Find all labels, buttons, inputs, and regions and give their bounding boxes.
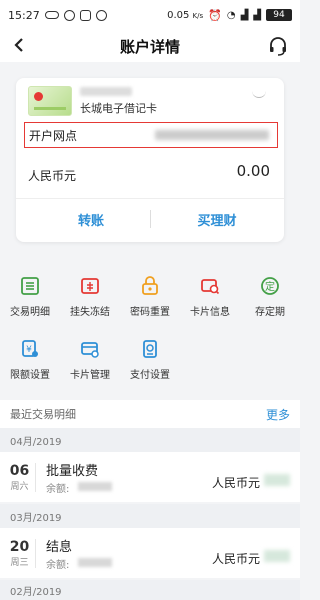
month-header: 02月/2019 xyxy=(0,580,300,600)
list-icon xyxy=(19,275,41,297)
signal-icon-2: ▟ xyxy=(253,9,261,21)
limit-settings-icon: ¥ xyxy=(19,338,41,360)
function-card-info[interactable]: 卡片信息 xyxy=(180,275,240,318)
status-bar-right: 0.05 K/s ⏰ ◔ ▟ ▟ 94 xyxy=(167,9,292,22)
alarm-icon: ⏰ xyxy=(208,8,222,22)
function-label: 挂失冻结 xyxy=(70,307,110,318)
balance-value: 0.00 xyxy=(236,162,270,180)
function-label: 存定期 xyxy=(255,307,285,318)
svg-text:¥: ¥ xyxy=(26,345,32,355)
nav-bar: 账户详情 xyxy=(0,30,300,62)
shield-icon xyxy=(79,9,91,21)
transaction-details: 结息 余额: 人民币元 xyxy=(46,528,300,578)
eye-closed-icon[interactable] xyxy=(252,90,266,98)
clock: 15:27 xyxy=(8,8,40,22)
recent-transactions-title: 最近交易明细 xyxy=(10,408,76,421)
function-label: 密码重置 xyxy=(130,307,170,318)
transaction-title: 结息 xyxy=(46,540,73,555)
status-bar: 15:27 0.05 K/s ⏰ ◔ ▟ ▟ 94 xyxy=(0,0,300,30)
month-header: 04月/2019 xyxy=(0,428,300,452)
amount-masked xyxy=(264,474,290,486)
transaction-title: 批量收费 xyxy=(46,464,99,479)
transaction-row[interactable]: 06 周六 批量收费 余额: 人民币元 xyxy=(0,452,300,502)
account-card: 长城电子借记卡 开户网点 人民币元 0.00 转账 买理财 xyxy=(16,78,284,242)
button-separator xyxy=(150,210,151,228)
notification-icon xyxy=(95,9,107,21)
function-fixed-deposit[interactable]: 定 存定期 xyxy=(240,275,300,318)
function-password-reset[interactable]: 密码重置 xyxy=(120,275,180,318)
card-info-icon xyxy=(199,275,221,297)
balance-masked xyxy=(78,558,112,567)
branch-value-masked xyxy=(155,130,269,140)
page-title: 账户详情 xyxy=(119,37,180,56)
function-label: 交易明细 xyxy=(10,307,50,318)
function-label: 卡片管理 xyxy=(70,370,110,381)
customer-service-button[interactable] xyxy=(268,36,288,56)
function-label: 支付设置 xyxy=(130,370,170,381)
infinity-icon xyxy=(44,11,59,19)
recent-transactions-header: 最近交易明细 更多 xyxy=(0,400,300,428)
function-limit-settings[interactable]: ¥ 限额设置 xyxy=(0,338,60,381)
bank-card-thumbnail xyxy=(28,86,72,116)
card-name: 长城电子借记卡 xyxy=(80,102,157,115)
function-transaction-details[interactable]: 交易明细 xyxy=(0,275,60,318)
more-link[interactable]: 更多 xyxy=(266,406,290,423)
status-bar-left: 15:27 xyxy=(8,9,107,22)
fixed-deposit-icon: 定 xyxy=(259,275,281,297)
transaction-date: 20 周三 xyxy=(4,538,36,568)
battery-icon: 94 xyxy=(266,9,292,21)
transaction-currency: 人民币元 xyxy=(211,552,260,566)
function-report-loss[interactable]: 挂失冻结 xyxy=(60,275,120,318)
signal-icon: ▟ xyxy=(240,9,249,21)
lock-card-icon xyxy=(79,275,101,297)
wechat-icon xyxy=(63,9,75,21)
wifi-icon: ◔ xyxy=(226,9,236,21)
weekday: 周六 xyxy=(10,481,29,492)
weekday: 周三 xyxy=(10,557,29,568)
back-button[interactable] xyxy=(8,34,30,56)
transaction-balance-label: 余额: xyxy=(46,484,70,495)
transaction-details: 批量收费 余额: 人民币元 xyxy=(46,452,300,502)
transaction-row[interactable]: 20 周三 结息 余额: 人民币元 xyxy=(0,528,300,578)
branch-row: 开户网点 xyxy=(24,122,278,148)
transfer-button[interactable]: 转账 xyxy=(36,206,146,232)
function-label: 卡片信息 xyxy=(190,307,230,318)
transaction-currency: 人民币元 xyxy=(211,476,260,490)
function-payment-settings[interactable]: 支付设置 xyxy=(120,338,180,381)
currency-label: 人民币元 xyxy=(28,169,77,183)
svg-text:定: 定 xyxy=(265,280,275,293)
function-card-management[interactable]: 卡片管理 xyxy=(60,338,120,381)
transaction-balance-label: 余额: xyxy=(46,560,70,571)
day-number: 06 xyxy=(9,462,30,479)
balance-masked xyxy=(78,482,112,491)
card-divider xyxy=(16,198,284,199)
day-number: 20 xyxy=(9,538,30,555)
chevron-left-icon xyxy=(14,38,23,52)
month-header: 03月/2019 xyxy=(0,504,300,528)
card-number-masked xyxy=(80,87,132,96)
headset-icon xyxy=(270,37,286,56)
network-speed: 0.05 K/s xyxy=(167,9,204,21)
card-manage-icon xyxy=(79,338,101,360)
amount-masked xyxy=(264,550,290,562)
function-label: 限额设置 xyxy=(10,370,50,381)
branch-label: 开户网点 xyxy=(29,128,78,143)
function-grid-row-2: ¥ 限额设置 卡片管理 支付设置 xyxy=(0,338,300,381)
buy-wealth-button[interactable]: 买理财 xyxy=(162,206,272,232)
payment-settings-icon xyxy=(139,338,161,360)
function-grid-row-1: 交易明细 挂失冻结 密码重置 卡片信息 定 存定期 xyxy=(0,275,300,318)
key-lock-icon xyxy=(139,275,161,297)
transaction-date: 06 周六 xyxy=(4,462,36,492)
